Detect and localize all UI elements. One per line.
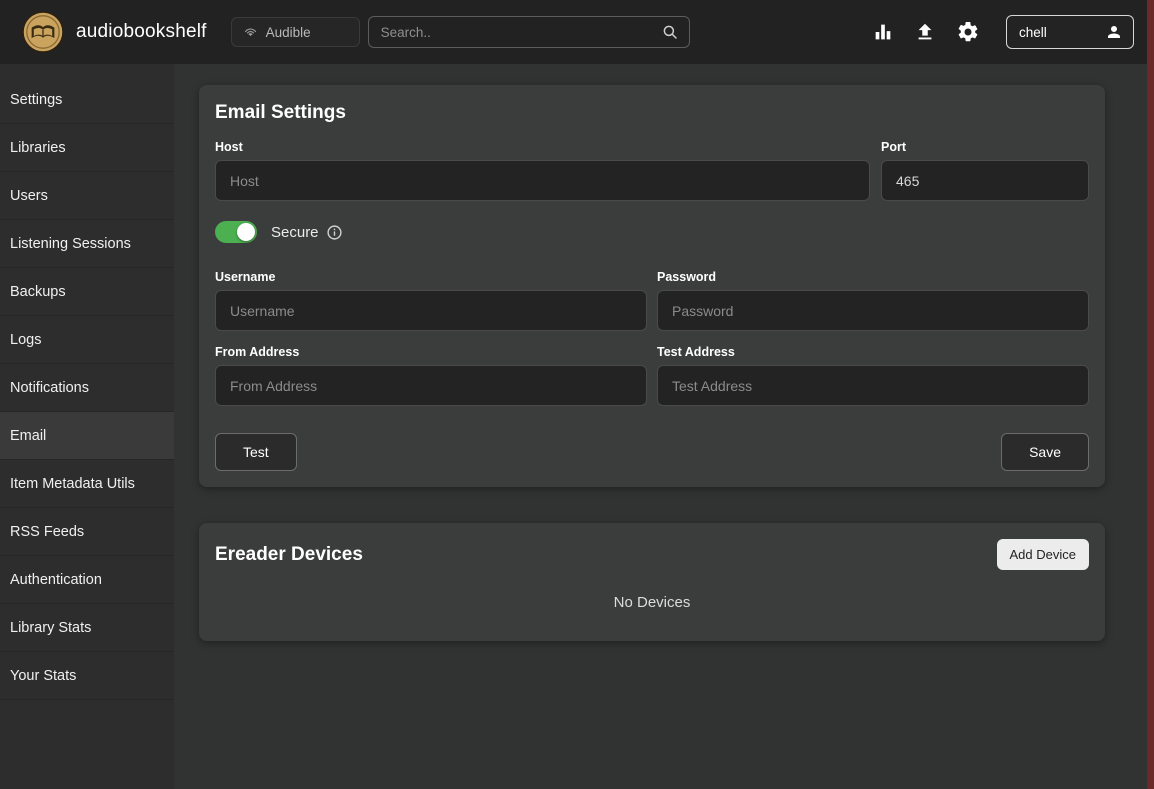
sidebar-item-label: Your Stats bbox=[10, 668, 76, 684]
search-box[interactable] bbox=[368, 16, 690, 48]
sidebar-item-settings[interactable]: Settings bbox=[0, 76, 174, 124]
sidebar-item-authentication[interactable]: Authentication bbox=[0, 556, 174, 604]
sidebar-item-label: Logs bbox=[10, 332, 41, 348]
search-input[interactable] bbox=[381, 25, 661, 40]
username-password-row: Username Password bbox=[215, 270, 1089, 331]
sidebar-item-label: Notifications bbox=[10, 380, 89, 396]
password-input[interactable] bbox=[657, 290, 1089, 331]
sidebar-item-label: Backups bbox=[10, 284, 66, 300]
test-button[interactable]: Test bbox=[215, 433, 297, 471]
user-name: chell bbox=[1019, 25, 1047, 40]
host-input[interactable] bbox=[215, 160, 870, 201]
port-label: Port bbox=[881, 140, 1089, 154]
sidebar-item-logs[interactable]: Logs bbox=[0, 316, 174, 364]
secure-toggle-row: Secure bbox=[215, 221, 1089, 243]
info-icon[interactable] bbox=[326, 224, 343, 241]
username-field: Username bbox=[215, 270, 647, 331]
sidebar-item-notifications[interactable]: Notifications bbox=[0, 364, 174, 412]
app-title: audiobookshelf bbox=[76, 21, 207, 43]
addresses-row: From Address Test Address bbox=[215, 345, 1089, 406]
password-field: Password bbox=[657, 270, 1089, 331]
search-icon[interactable] bbox=[661, 23, 679, 41]
secure-toggle[interactable] bbox=[215, 221, 257, 243]
email-settings-card: Email Settings Host Port Secure bbox=[199, 85, 1105, 487]
upload-icon[interactable] bbox=[914, 21, 936, 43]
from-address-label: From Address bbox=[215, 345, 647, 359]
host-field: Host bbox=[215, 140, 870, 201]
username-label: Username bbox=[215, 270, 647, 284]
appbar: audiobookshelf Audible bbox=[0, 0, 1154, 64]
email-buttons-row: Test Save bbox=[215, 433, 1089, 471]
no-devices-text: No Devices bbox=[215, 594, 1089, 611]
sidebar: Settings Libraries Users Listening Sessi… bbox=[0, 64, 174, 789]
sidebar-item-library-stats[interactable]: Library Stats bbox=[0, 604, 174, 652]
sidebar-item-backups[interactable]: Backups bbox=[0, 268, 174, 316]
person-icon bbox=[1105, 23, 1123, 41]
sidebar-item-email[interactable]: Email bbox=[0, 412, 174, 460]
secure-toggle-knob bbox=[237, 223, 255, 241]
test-address-input[interactable] bbox=[657, 365, 1089, 406]
user-menu[interactable]: chell bbox=[1006, 15, 1134, 49]
sidebar-item-label: Listening Sessions bbox=[10, 236, 131, 252]
sidebar-item-label: Authentication bbox=[10, 572, 102, 588]
library-audible-icon bbox=[243, 25, 258, 40]
from-address-input[interactable] bbox=[215, 365, 647, 406]
sidebar-item-label: Libraries bbox=[10, 140, 66, 156]
main-content: Email Settings Host Port Secure bbox=[174, 64, 1154, 789]
library-selector[interactable]: Audible bbox=[231, 17, 360, 47]
ereader-devices-card: Ereader Devices Add Device No Devices bbox=[199, 523, 1105, 641]
from-address-field: From Address bbox=[215, 345, 647, 406]
sidebar-item-label: Library Stats bbox=[10, 620, 91, 636]
test-address-field: Test Address bbox=[657, 345, 1089, 406]
sidebar-item-label: Item Metadata Utils bbox=[10, 476, 135, 492]
sidebar-item-users[interactable]: Users bbox=[0, 172, 174, 220]
library-selector-label: Audible bbox=[266, 25, 311, 40]
stats-bar-chart-icon[interactable] bbox=[872, 21, 894, 43]
sidebar-item-rss-feeds[interactable]: RSS Feeds bbox=[0, 508, 174, 556]
page-layout: Settings Libraries Users Listening Sessi… bbox=[0, 64, 1154, 789]
app-logo-icon[interactable] bbox=[22, 11, 64, 53]
gear-icon[interactable] bbox=[956, 20, 980, 44]
port-field: Port bbox=[881, 140, 1089, 201]
secure-label: Secure bbox=[271, 224, 319, 241]
host-label: Host bbox=[215, 140, 870, 154]
sidebar-item-item-metadata-utils[interactable]: Item Metadata Utils bbox=[0, 460, 174, 508]
appbar-icons bbox=[872, 20, 980, 44]
email-settings-title: Email Settings bbox=[215, 102, 1089, 124]
username-input[interactable] bbox=[215, 290, 647, 331]
sidebar-item-label: RSS Feeds bbox=[10, 524, 84, 540]
ereader-devices-header: Ereader Devices Add Device bbox=[215, 539, 1089, 570]
sidebar-item-label: Settings bbox=[10, 92, 62, 108]
password-label: Password bbox=[657, 270, 1089, 284]
sidebar-item-listening-sessions[interactable]: Listening Sessions bbox=[0, 220, 174, 268]
sidebar-item-label: Users bbox=[10, 188, 48, 204]
ereader-devices-title: Ereader Devices bbox=[215, 544, 363, 566]
scrollbar[interactable] bbox=[1147, 0, 1154, 789]
add-device-button[interactable]: Add Device bbox=[997, 539, 1089, 570]
sidebar-item-libraries[interactable]: Libraries bbox=[0, 124, 174, 172]
sidebar-item-your-stats[interactable]: Your Stats bbox=[0, 652, 174, 700]
test-address-label: Test Address bbox=[657, 345, 1089, 359]
port-input[interactable] bbox=[881, 160, 1089, 201]
save-button[interactable]: Save bbox=[1001, 433, 1089, 471]
host-port-row: Host Port bbox=[215, 140, 1089, 201]
sidebar-item-label: Email bbox=[10, 428, 46, 444]
